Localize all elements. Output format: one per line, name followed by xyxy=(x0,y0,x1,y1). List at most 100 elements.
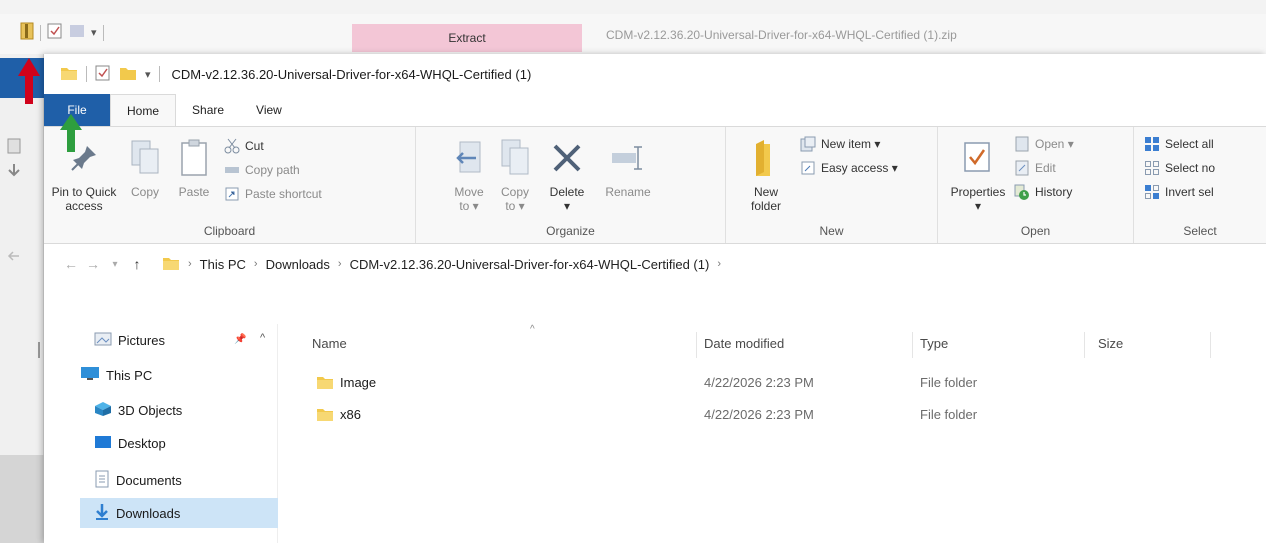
navigation-pane: Pictures 📌 ^ This PC 3D Objects Desktop … xyxy=(44,324,278,543)
rename-button[interactable]: Rename xyxy=(600,135,656,199)
pin-icon[interactable]: 📌 xyxy=(234,334,246,345)
nav-item-pictures[interactable]: Pictures xyxy=(94,332,165,349)
chevron-right-icon[interactable]: › xyxy=(338,258,342,270)
breadcrumb-this-pc[interactable]: This PC xyxy=(200,257,246,272)
zip-app-icon xyxy=(20,22,34,43)
copy-to-icon xyxy=(495,135,535,181)
easy-access-button[interactable]: Easy access ▾ xyxy=(800,159,898,177)
tab-home[interactable]: Home xyxy=(110,94,177,126)
column-separator[interactable] xyxy=(696,332,697,358)
zip-window-title: CDM-v2.12.36.20-Universal-Driver-for-x64… xyxy=(606,28,957,42)
paste-button[interactable]: Paste xyxy=(172,135,216,199)
breadcrumb-current-folder[interactable]: CDM-v2.12.36.20-Universal-Driver-for-x64… xyxy=(350,257,710,272)
qat-separator xyxy=(40,24,41,41)
copy-button[interactable]: Copy xyxy=(124,135,166,199)
file-date-modified: 4/22/2026 2:23 PM xyxy=(704,407,814,422)
column-header-type[interactable]: Type xyxy=(920,336,948,351)
properties-icon[interactable] xyxy=(95,65,111,84)
copy-to-label-line1: Copy xyxy=(500,185,529,199)
select-none-label: Select no xyxy=(1165,161,1216,175)
cut-button[interactable]: Cut xyxy=(224,137,322,155)
tab-view[interactable]: View xyxy=(240,94,298,126)
nav-item-this-pc[interactable]: This PC xyxy=(80,366,152,385)
table-row[interactable]: x86 4/22/2026 2:23 PM File folder xyxy=(278,402,1228,430)
nav-item-downloads[interactable]: Downloads xyxy=(80,498,278,528)
new-folder-label-line1: New xyxy=(753,185,778,199)
tab-share[interactable]: Share xyxy=(176,94,240,126)
paste-label: Paste xyxy=(178,185,210,199)
new-folder-button[interactable]: New folder xyxy=(746,135,786,213)
properties-icon[interactable] xyxy=(47,23,63,42)
table-row[interactable]: Image 4/22/2026 2:23 PM File folder xyxy=(278,370,1228,398)
column-separator[interactable] xyxy=(912,332,913,358)
up-arrow-icon[interactable]: ↑ xyxy=(126,256,148,272)
properties-button[interactable]: Properties ▾ xyxy=(950,135,1006,213)
file-date-modified: 4/22/2026 2:23 PM xyxy=(704,375,814,390)
copy-path-button[interactable]: Copy path xyxy=(224,161,322,179)
pin-label-line2: access xyxy=(65,199,103,213)
select-group: Select all Select no Invert sel Select xyxy=(1134,127,1266,243)
folder-icon xyxy=(60,64,78,85)
copy-to-label-line2: to ▾ xyxy=(505,199,525,213)
file-explorer-window: ▾ CDM-v2.12.36.20-Universal-Driver-for-x… xyxy=(44,54,1266,543)
nav-label-desktop: Desktop xyxy=(118,436,166,451)
properties-dropdown-icon[interactable]: ▾ xyxy=(975,199,981,213)
column-header-date-modified[interactable]: Date modified xyxy=(704,336,784,351)
column-separator[interactable] xyxy=(1210,332,1211,358)
qat-dropdown-icon[interactable]: ▾ xyxy=(145,68,151,81)
easy-access-label: Easy access ▾ xyxy=(821,161,898,175)
scroll-up-icon[interactable]: ^ xyxy=(260,332,265,344)
new-item-button[interactable]: New item ▾ xyxy=(800,135,898,153)
new-group-label: New xyxy=(819,224,844,238)
folder-icon xyxy=(316,373,334,394)
breadcrumb-downloads[interactable]: Downloads xyxy=(266,257,330,272)
invert-selection-icon xyxy=(1144,184,1160,200)
ribbon-tabs: File Home Share View xyxy=(44,94,1266,126)
move-to-button[interactable]: Move to ▾ xyxy=(450,135,488,213)
column-header-size[interactable]: Size xyxy=(1098,336,1123,351)
properties-label: Properties xyxy=(950,185,1006,199)
extract-tab[interactable]: Extract xyxy=(352,24,582,52)
history-button[interactable]: History xyxy=(1014,183,1074,201)
edit-button[interactable]: Edit xyxy=(1014,159,1074,177)
breadcrumb[interactable]: › This PC › Downloads › CDM-v2.12.36.20-… xyxy=(162,254,721,275)
new-folder-icon[interactable] xyxy=(119,64,137,85)
move-to-icon xyxy=(449,135,489,181)
qat-dropdown-icon[interactable]: ▾ xyxy=(91,26,97,39)
rename-label: Rename xyxy=(605,185,651,199)
forward-arrow-icon[interactable]: → xyxy=(82,256,104,272)
column-header-name[interactable]: Name xyxy=(312,336,347,351)
qat-separator xyxy=(86,66,87,82)
open-button[interactable]: Open ▾ xyxy=(1014,135,1074,153)
paste-shortcut-button[interactable]: Paste shortcut xyxy=(224,185,322,203)
select-none-button[interactable]: Select no xyxy=(1144,159,1215,177)
delete-label: Delete xyxy=(549,185,585,199)
chevron-right-icon[interactable]: › xyxy=(188,258,192,270)
nav-item-3d-objects[interactable]: 3D Objects xyxy=(94,401,182,420)
green-arrow xyxy=(60,114,82,152)
back-arrow-icon[interactable]: ← xyxy=(60,256,82,272)
nav-item-documents[interactable]: Documents xyxy=(94,470,182,491)
nav-item-desktop[interactable]: Desktop xyxy=(94,435,166,452)
divider xyxy=(38,342,40,358)
new-item-label: New item ▾ xyxy=(821,137,881,151)
nav-label-documents: Documents xyxy=(116,473,182,488)
chevron-right-icon[interactable]: › xyxy=(717,258,721,270)
invert-selection-button[interactable]: Invert sel xyxy=(1144,183,1215,201)
recent-locations-icon[interactable]: ▾ xyxy=(104,259,126,270)
delete-button[interactable]: Delete ▾ xyxy=(542,135,592,213)
pin-label-line1: Pin to Quick xyxy=(51,185,117,199)
organize-group-label: Organize xyxy=(546,224,595,238)
select-all-button[interactable]: Select all xyxy=(1144,135,1215,153)
file-name: x86 xyxy=(340,407,361,422)
column-separator[interactable] xyxy=(1084,332,1085,358)
open-label: Open ▾ xyxy=(1035,137,1074,151)
nav-label-3d-objects: 3D Objects xyxy=(118,403,183,418)
chevron-right-icon[interactable]: › xyxy=(254,258,258,270)
copy-to-button[interactable]: Copy to ▾ xyxy=(496,135,534,213)
sort-indicator-icon: ^ xyxy=(530,324,535,335)
copy-label: Copy xyxy=(130,185,159,199)
new-folder-icon[interactable] xyxy=(69,23,85,42)
delete-dropdown-icon[interactable]: ▾ xyxy=(564,199,570,213)
organize-group: Move to ▾ Copy to ▾ Delete ▾ Rename Orga… xyxy=(416,127,726,243)
